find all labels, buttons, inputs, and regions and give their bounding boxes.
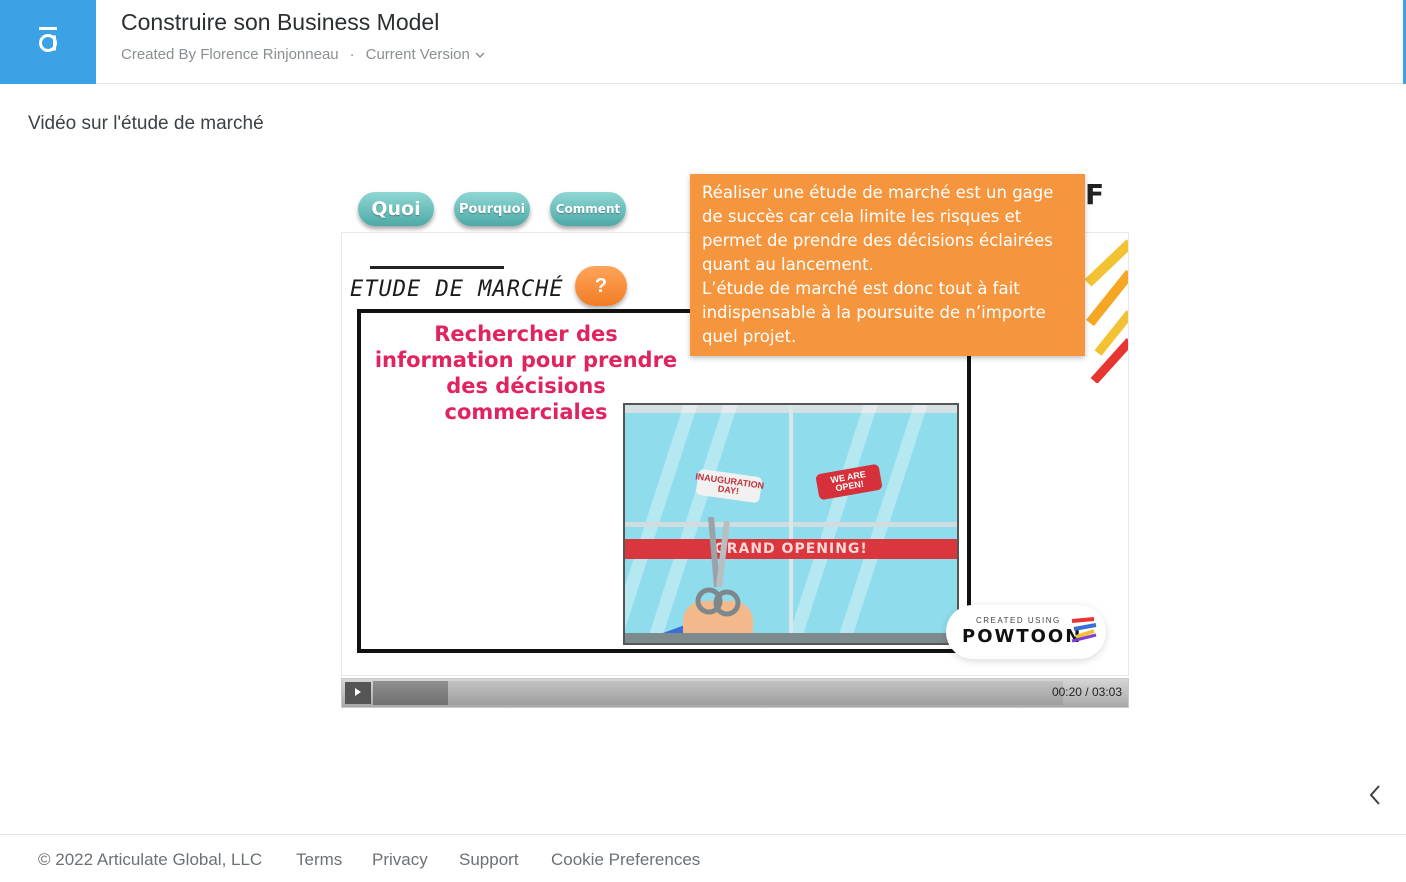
title-underline xyxy=(370,266,504,269)
video-block: Quoi Pourquoi Comment F ETUDE DE MARCHÉ … xyxy=(341,172,1129,708)
tooltip-paragraph: L’étude de marché est donc tout à fait i… xyxy=(702,279,1046,346)
footer-link-terms[interactable]: Terms xyxy=(296,850,342,870)
author-label: Created By Florence Rinjonneau xyxy=(121,46,339,63)
time-display: 00:20 / 03:03 xyxy=(1051,685,1122,699)
course-title: Construire son Business Model xyxy=(121,9,440,35)
pencils-icon xyxy=(1084,233,1128,385)
footer-link-cookie-preferences[interactable]: Cookie Preferences xyxy=(551,850,700,870)
footer-link-support[interactable]: Support xyxy=(459,850,519,870)
page-footer: © 2022 Articulate Global, LLC Terms Priv… xyxy=(0,834,1406,882)
info-tooltip: Réaliser une étude de marché est un gage… xyxy=(690,174,1085,356)
collapse-sidebar-button[interactable] xyxy=(1364,784,1386,810)
video-corner-letter: F xyxy=(1085,178,1105,211)
door-split xyxy=(789,405,793,643)
video-controls: 00:20 / 03:03 xyxy=(341,678,1129,708)
chevron-left-icon xyxy=(1369,784,1381,810)
version-label: Current Version xyxy=(365,46,470,63)
copyright-text: © 2022 Articulate Global, LLC xyxy=(38,850,263,869)
footer-link-privacy[interactable]: Privacy xyxy=(372,850,428,870)
play-icon xyxy=(354,684,362,702)
chevron-down-icon xyxy=(470,46,485,63)
version-dropdown[interactable]: Current Version xyxy=(366,46,485,63)
meta-separator: · xyxy=(349,46,355,63)
slide-title: ETUDE DE MARCHÉ xyxy=(350,277,564,302)
course-meta: Created By Florence Rinjonneau · Current… xyxy=(121,46,485,63)
sign-open: WE ARE OPEN! xyxy=(815,463,883,501)
scissors-icon xyxy=(693,516,743,632)
rise-logo-icon xyxy=(37,26,59,59)
shop-frame-bottom xyxy=(625,633,957,643)
tab-quoi[interactable]: Quoi xyxy=(358,192,434,226)
powtoon-watermark: CREATED USING POWTOON xyxy=(946,605,1106,659)
video-scrubber[interactable] xyxy=(373,681,1063,705)
tab-comment[interactable]: Comment xyxy=(550,192,626,226)
slide-board: Rechercher des information pour prendre … xyxy=(357,309,971,653)
tooltip-paragraph: Réaliser une étude de marché est un gage… xyxy=(702,183,1054,274)
lesson-title: Vidéo sur l'étude de marché xyxy=(28,113,264,134)
articulate-logo[interactable] xyxy=(0,0,96,84)
grand-opening-ribbon: GRAND OPENING! xyxy=(625,539,957,559)
tab-pourquoi[interactable]: Pourquoi xyxy=(454,192,530,226)
shop-illustration: INAUGURATION DAY! WE ARE OPEN! GRAND OPE… xyxy=(623,403,959,645)
watermark-small-text: CREATED USING xyxy=(976,616,1061,625)
play-button[interactable] xyxy=(345,682,371,704)
scrubber-progress xyxy=(373,681,449,705)
course-header: Construire son Business Model Created By… xyxy=(0,0,1406,84)
watermark-brand-text: POWTOON xyxy=(962,626,1083,647)
question-button[interactable]: ? xyxy=(575,266,627,306)
